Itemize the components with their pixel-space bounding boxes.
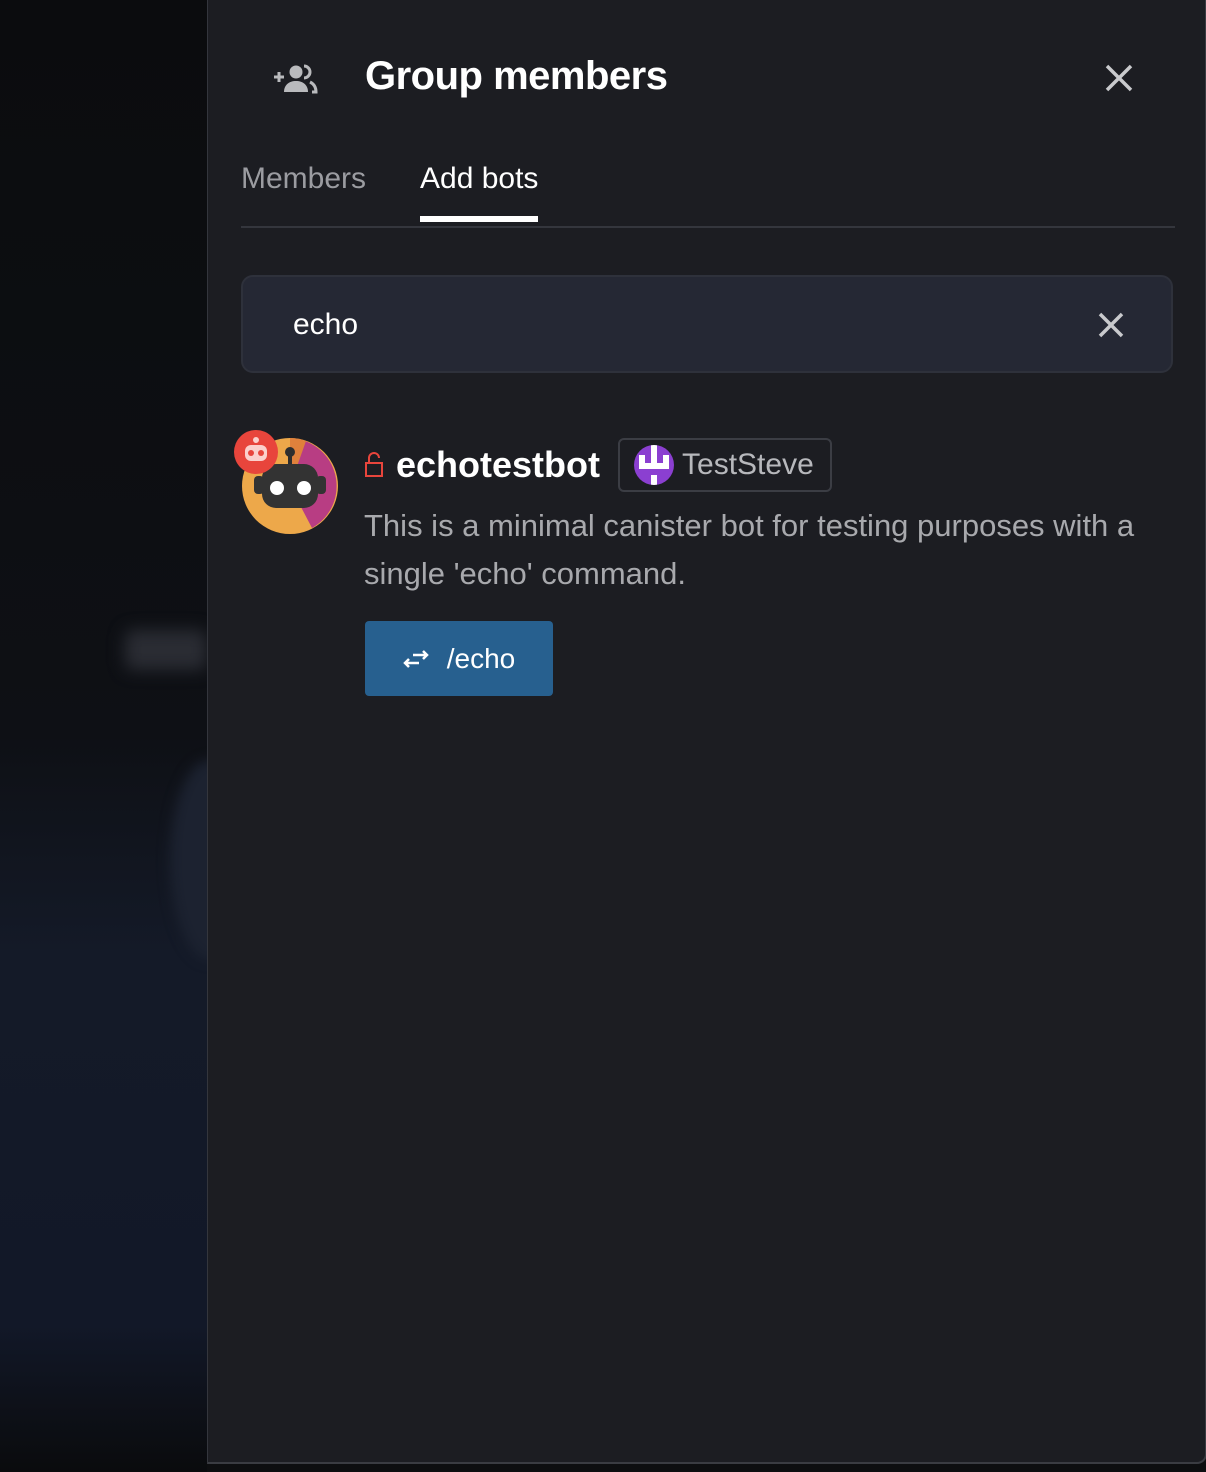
blurred-background — [0, 0, 207, 1472]
bot-description: This is a minimal canister bot for testi… — [364, 508, 1135, 591]
tab-members[interactable]: Members — [241, 162, 366, 222]
bot-owner-chip[interactable]: TestSteve — [618, 438, 832, 492]
panel-title: Group members — [365, 54, 668, 98]
bot-badge-icon — [234, 430, 278, 474]
owner-name: TestSteve — [682, 448, 814, 481]
tab-add-bots[interactable]: Add bots — [420, 162, 539, 222]
command-label: /echo — [446, 642, 516, 674]
clear-search-icon[interactable] — [1096, 310, 1126, 340]
bot-name-row: echotestbot TestSteve — [364, 438, 832, 492]
owner-avatar — [634, 445, 675, 485]
search-input[interactable] — [291, 305, 1075, 345]
add-group-icon — [274, 64, 318, 94]
unlock-icon — [365, 452, 383, 477]
blurred-background-element — [125, 630, 207, 670]
command-echo-button[interactable]: /echo — [365, 621, 553, 696]
close-icon[interactable] — [1101, 60, 1137, 96]
group-members-panel: Group members Members Add bots echo echo… — [207, 0, 1206, 1464]
bot-search — [241, 275, 1173, 373]
tab-bar: Members Add bots — [241, 160, 1175, 228]
bot-name: echotestbot — [396, 444, 601, 485]
swap-arrows-icon — [402, 649, 429, 668]
